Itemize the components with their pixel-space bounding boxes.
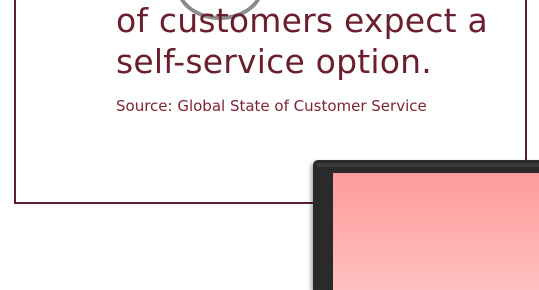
stat-headline-line1: of customers expect a bbox=[116, 1, 488, 40]
source-citation: Source: Global State of Customer Service bbox=[116, 97, 427, 115]
stat-headline: of customers expect a self-service optio… bbox=[116, 0, 488, 82]
stat-headline-line2: self-service option. bbox=[116, 42, 432, 81]
monitor-bezel bbox=[317, 163, 539, 167]
monitor-screen bbox=[333, 173, 539, 290]
